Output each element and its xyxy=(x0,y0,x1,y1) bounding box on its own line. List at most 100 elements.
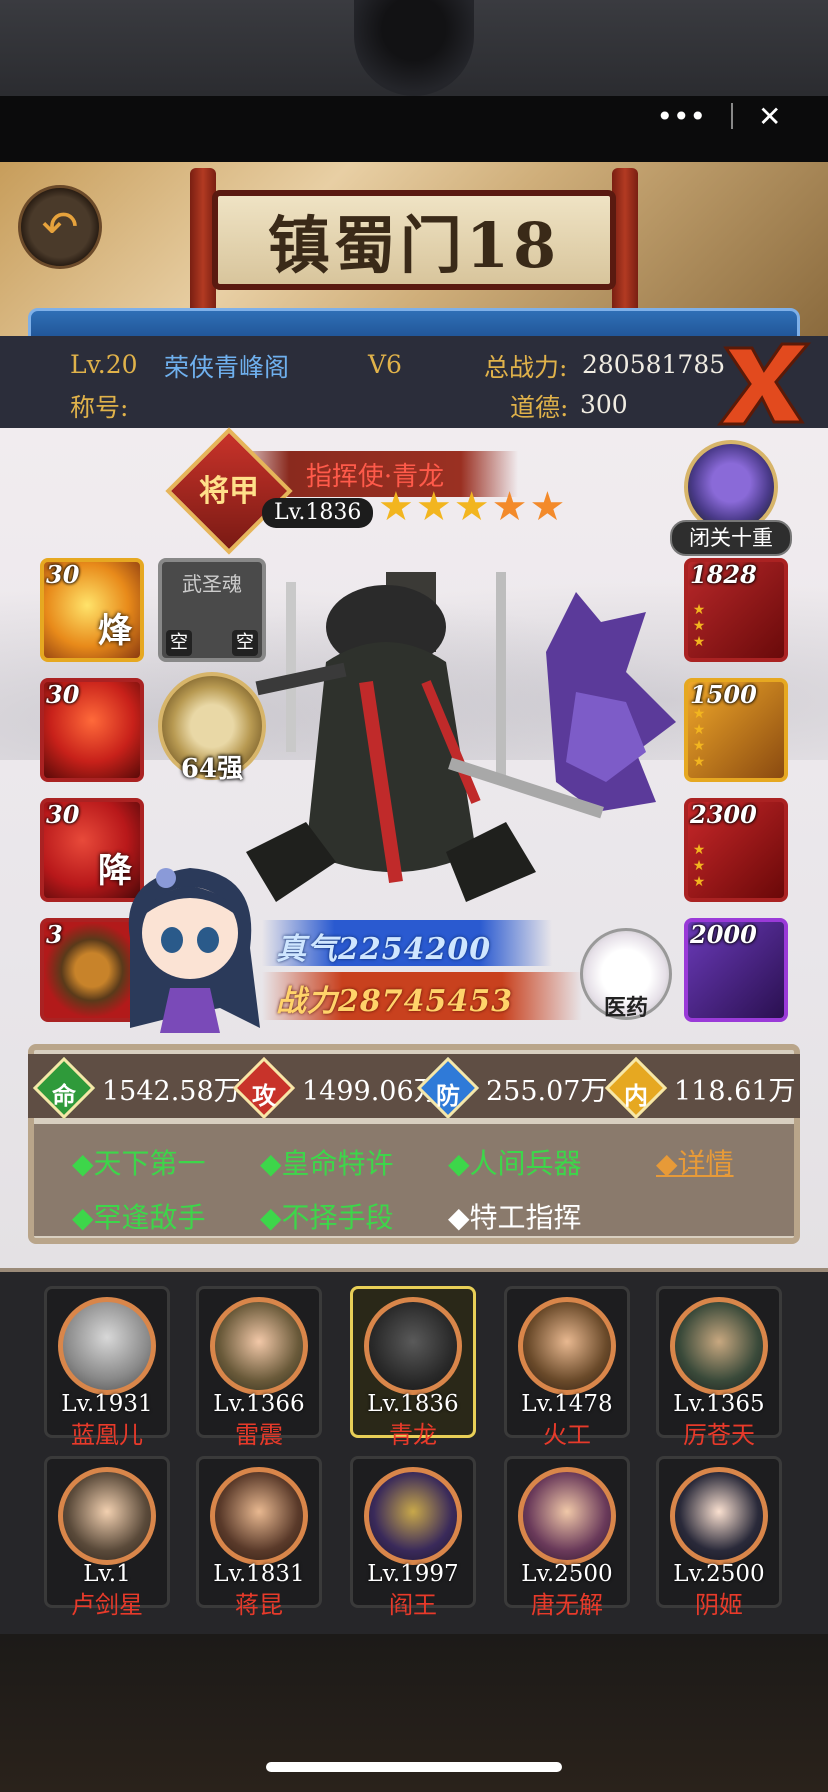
skill-level: 30 xyxy=(46,680,80,709)
hero-portrait xyxy=(670,1467,768,1565)
roster-card[interactable]: Lv.1366 雷震 xyxy=(196,1286,322,1449)
roster-level: Lv.1478 xyxy=(521,1391,613,1417)
meditation-label[interactable]: 闭关十重 xyxy=(670,520,792,556)
hero-class-badge-text: 将甲 xyxy=(199,474,259,509)
roster-name: 青龙 xyxy=(389,1421,437,1449)
attack-icon-text: 攻 xyxy=(252,1081,276,1110)
roster-card[interactable]: Lv.1831 蒋昆 xyxy=(196,1456,322,1619)
player-info-bar: Lv.20 荣侠青峰阁 V6 总战力: 280581785 称号: 道德: 30… xyxy=(0,336,828,428)
roster-level: Lv.1 xyxy=(83,1561,131,1587)
equipment-slot-accessory[interactable]: 2300 ★★★ xyxy=(684,798,788,902)
hero-qinglong-illustration xyxy=(246,572,676,902)
empty-tag: 空 xyxy=(166,630,192,656)
roster-name: 唐无解 xyxy=(531,1591,603,1619)
morality-value: 300 xyxy=(580,390,628,419)
roster-name: 阴姬 xyxy=(695,1591,743,1619)
roster-card[interactable]: Lv.1365 厉苍天 xyxy=(656,1286,782,1449)
trait-item[interactable]: ◆罕逢敌手 xyxy=(72,1196,206,1236)
skill-level: 3 xyxy=(46,920,63,949)
equipment-stars: ★★★ xyxy=(691,602,707,650)
roster-level: Lv.2500 xyxy=(673,1561,765,1587)
game-top-background xyxy=(0,0,828,100)
star-icon: ★ xyxy=(529,484,568,530)
roster-card[interactable]: Lv.1931 蓝凰儿 xyxy=(44,1286,170,1449)
equipment-slot-armor[interactable]: 1500 ★★★★ xyxy=(684,678,788,782)
equipment-level: 2000 xyxy=(690,920,757,949)
skill-level: 30 xyxy=(46,560,80,589)
roster-card-selected[interactable]: Lv.1836 青龙 xyxy=(350,1286,476,1449)
combat-power-bar: 战力28745453 xyxy=(262,972,582,1020)
roster-card[interactable]: Lv.2500 阴姬 xyxy=(656,1456,782,1619)
roster-level: Lv.1831 xyxy=(213,1561,305,1587)
roster-name: 蒋昆 xyxy=(235,1591,283,1619)
close-panel-icon[interactable] xyxy=(712,330,816,434)
chibi-companion-illustration xyxy=(128,868,260,1033)
hero-star-rating: ★★★★★ xyxy=(378,484,567,530)
roster-card[interactable]: Lv.1 卢剑星 xyxy=(44,1456,170,1619)
back-button[interactable]: ↶ xyxy=(18,185,102,269)
true-qi-bar: 真气2254200 xyxy=(262,920,552,967)
hero-portrait xyxy=(518,1467,616,1565)
star-icon: ★ xyxy=(415,484,454,530)
home-indicator[interactable] xyxy=(266,1762,562,1772)
hero-portrait xyxy=(210,1467,308,1565)
roster-card[interactable]: Lv.1997 阎王 xyxy=(350,1456,476,1619)
combat-power-value: 战力28745453 xyxy=(276,984,513,1019)
equipment-slot-mount[interactable]: 2000 xyxy=(684,918,788,1022)
more-menu-button[interactable]: ••• xyxy=(656,100,706,133)
star-icon: ★ xyxy=(378,484,416,530)
trait-item[interactable]: ◆人间兵器 xyxy=(448,1142,582,1182)
roster-name: 阎王 xyxy=(389,1591,437,1619)
player-title-label: 称号: xyxy=(70,393,129,422)
total-power-label: 总战力: xyxy=(484,353,568,382)
roster-level: Lv.1997 xyxy=(367,1561,459,1587)
internal-icon-text: 内 xyxy=(624,1081,648,1110)
player-level: Lv.20 xyxy=(70,350,138,379)
hero-portrait xyxy=(210,1297,308,1395)
roster-name: 卢剑星 xyxy=(71,1591,143,1619)
true-qi-value: 真气2254200 xyxy=(276,932,492,967)
hero-level: Lv.1836 xyxy=(262,498,374,528)
star-icon: ★ xyxy=(453,484,492,530)
hero-portrait xyxy=(670,1297,768,1395)
star-icon: ★ xyxy=(491,484,530,530)
stat-defense: 防 255.07万 xyxy=(416,1056,608,1120)
roster-card[interactable]: Lv.1478 火工 xyxy=(504,1286,630,1449)
hero-portrait xyxy=(58,1467,156,1565)
roster-level: Lv.1836 xyxy=(367,1391,459,1417)
close-mini-program-button[interactable]: ✕ xyxy=(758,100,781,133)
roster-card[interactable]: Lv.2500 唐无解 xyxy=(504,1456,630,1619)
details-link[interactable]: ◆详情 xyxy=(656,1142,734,1182)
trait-item[interactable]: ◆皇命特许 xyxy=(260,1142,394,1182)
location-sign: 镇蜀门18 xyxy=(212,190,616,290)
equipment-stars: ★★★ xyxy=(691,842,707,890)
defense-icon-text: 防 xyxy=(436,1081,460,1110)
skill-slot-1[interactable]: 30 烽 xyxy=(40,558,144,662)
skill-slot-2[interactable]: 30 xyxy=(40,678,144,782)
roster-name: 雷震 xyxy=(235,1421,283,1449)
capsule-divider xyxy=(731,103,734,129)
trait-item[interactable]: ◆特工指挥 xyxy=(448,1196,582,1236)
morality-label: 道德: xyxy=(510,393,569,422)
equipment-level: 1500 xyxy=(690,680,757,709)
equipment-level: 2300 xyxy=(690,800,757,829)
stat-attack: 攻 1499.06万 xyxy=(232,1056,441,1120)
roster-name: 厉苍天 xyxy=(683,1421,755,1449)
back-arrow-icon: ↶ xyxy=(41,201,79,253)
roof-ornament xyxy=(354,0,474,96)
roster-name: 火工 xyxy=(543,1421,591,1449)
equipment-slot-weapon[interactable]: 1828 ★★★ xyxy=(684,558,788,662)
stat-internal: 内 118.61万 xyxy=(604,1056,796,1120)
hero-portrait xyxy=(58,1297,156,1395)
skill-level: 30 xyxy=(46,800,80,829)
roster-level: Lv.1366 xyxy=(213,1391,305,1417)
player-guild: 荣侠青峰阁 xyxy=(164,353,290,382)
trait-item[interactable]: ◆天下第一 xyxy=(72,1142,206,1182)
hero-portrait xyxy=(364,1297,462,1395)
stat-hp: 命 1542.58万 xyxy=(32,1056,241,1120)
total-power-value: 280581785 xyxy=(582,350,726,379)
internal-value: 118.61万 xyxy=(674,1075,796,1107)
roster-name: 蓝凰儿 xyxy=(71,1421,143,1449)
trait-item[interactable]: ◆不择手段 xyxy=(260,1196,394,1236)
defense-value: 255.07万 xyxy=(486,1075,608,1107)
